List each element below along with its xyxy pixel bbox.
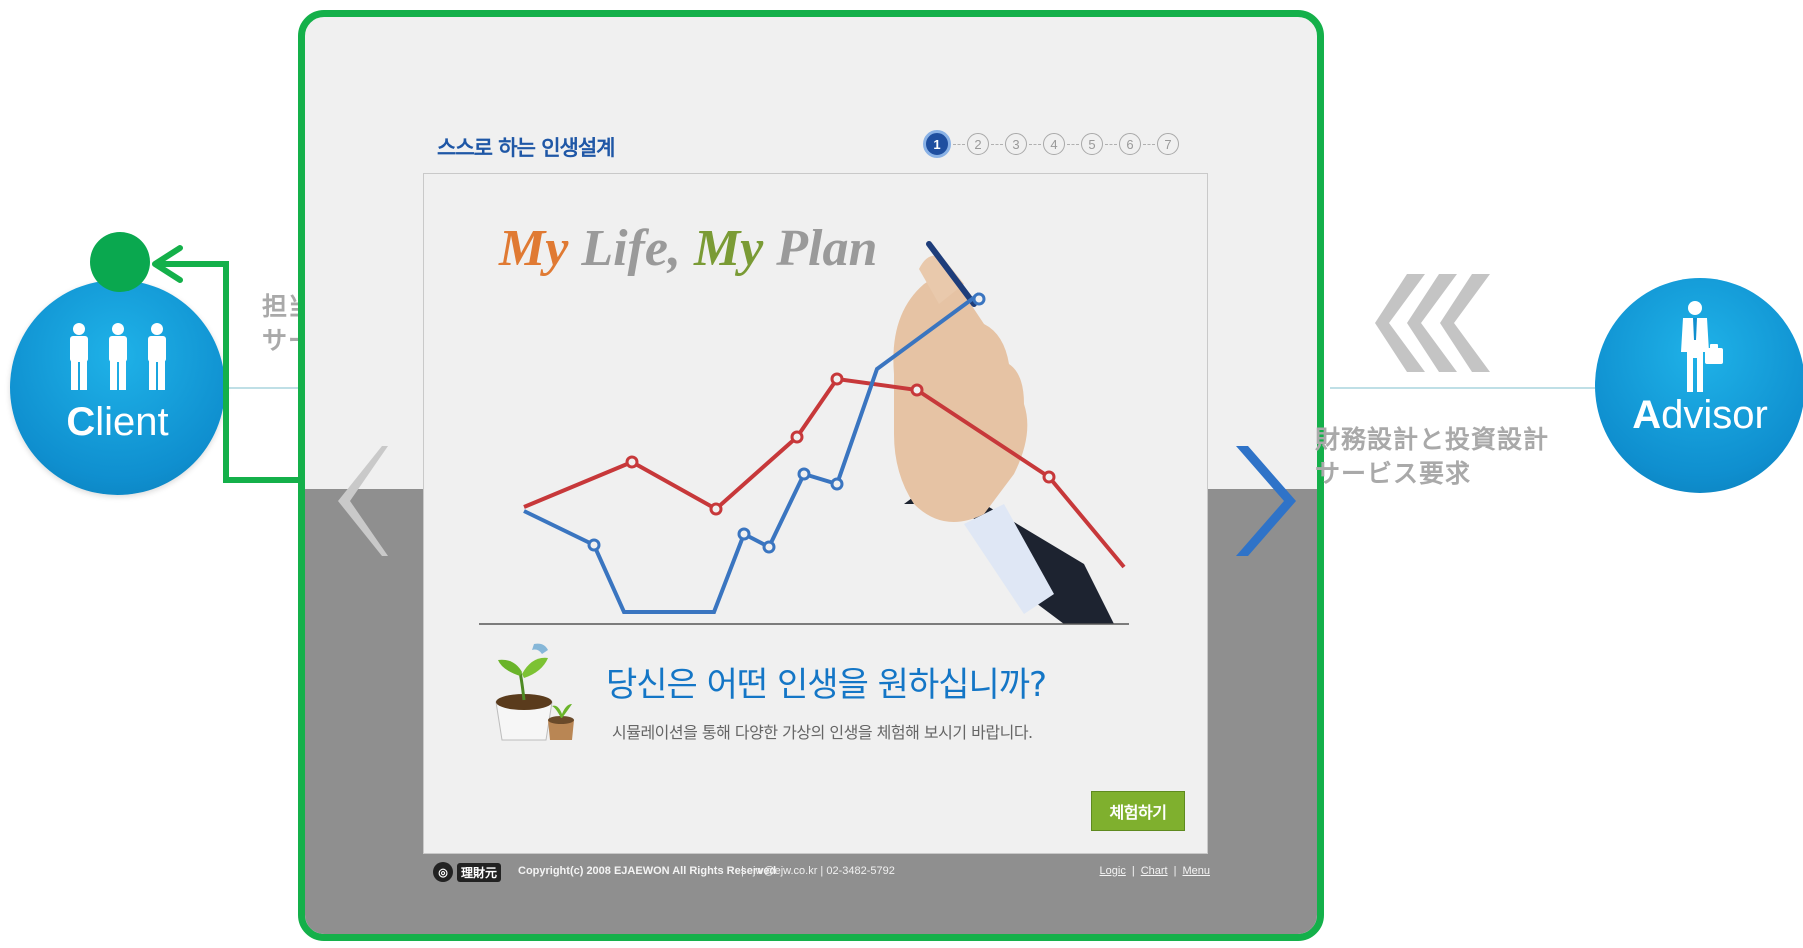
footer-logo: ◎ 理財元 — [433, 862, 502, 882]
left-arrow-icon[interactable] — [290, 436, 388, 566]
try-button[interactable]: 체험하기 — [1091, 791, 1185, 831]
client-connector-arrow — [152, 245, 300, 483]
step-5[interactable]: 5 — [1081, 133, 1103, 155]
footer-link-logic[interactable]: Logic — [1100, 865, 1126, 877]
footer-link-menu[interactable]: Menu — [1182, 865, 1210, 877]
advisor-label: Advisor — [1632, 393, 1768, 437]
contact-text: | ejw@ejw.co.kr | 02-3482-5792 — [741, 865, 895, 877]
logo-icon: ◎ — [433, 862, 453, 882]
step-6[interactable]: 6 — [1119, 133, 1141, 155]
advisor-connector-line — [1330, 387, 1595, 389]
copyright-text: Copyright(c) 2008 EJAEWON All Rights Res… — [518, 865, 777, 877]
step-1[interactable]: 1 — [923, 130, 951, 158]
app-window-frame: 스스로 하는 인생설계 1 2 3 4 5 6 7 My Life, My Pl… — [298, 10, 1324, 941]
advisor-badge: Advisor — [1595, 278, 1803, 493]
step-3[interactable]: 3 — [1005, 133, 1027, 155]
step-indicator: 1 2 3 4 5 6 7 — [923, 130, 1179, 158]
advisor-note: 財務設計と投資設計 サービス要求 — [1315, 423, 1549, 491]
step-2[interactable]: 2 — [967, 133, 989, 155]
question-description: 시뮬레이션을 통해 다양한 가상의 인생을 체험해 보시기 바랍니다. — [612, 723, 1033, 742]
logo-text: 理財元 — [457, 862, 502, 882]
intro-panel: My Life, My Plan 당신은 어떤 인생을 원하십니까? 시뮬레이션… — [423, 173, 1208, 854]
footer-link-chart[interactable]: Chart — [1141, 865, 1168, 877]
footer-links: Logic | Chart | Menu — [1099, 865, 1210, 877]
advisor-note-line1: 財務設計と投資設計 — [1315, 425, 1550, 454]
page-title: 스스로 하는 인생설계 — [437, 136, 616, 160]
double-chevron-icon — [1375, 274, 1490, 372]
plant-icon — [495, 643, 574, 741]
businessman-icon — [1681, 301, 1723, 392]
hand-illustration — [893, 241, 1114, 624]
illustration-chart — [479, 241, 1129, 625]
footer: ◎ 理財元 Copyright(c) 2008 EJAEWON All Righ… — [433, 862, 1218, 884]
step-4[interactable]: 4 — [1043, 133, 1065, 155]
advisor-note-line2: サービス要求 — [1315, 459, 1472, 488]
question-heading: 당신은 어떤 인생을 원하십니까? — [606, 665, 1047, 705]
client-dot — [90, 232, 150, 292]
step-7[interactable]: 7 — [1157, 133, 1179, 155]
